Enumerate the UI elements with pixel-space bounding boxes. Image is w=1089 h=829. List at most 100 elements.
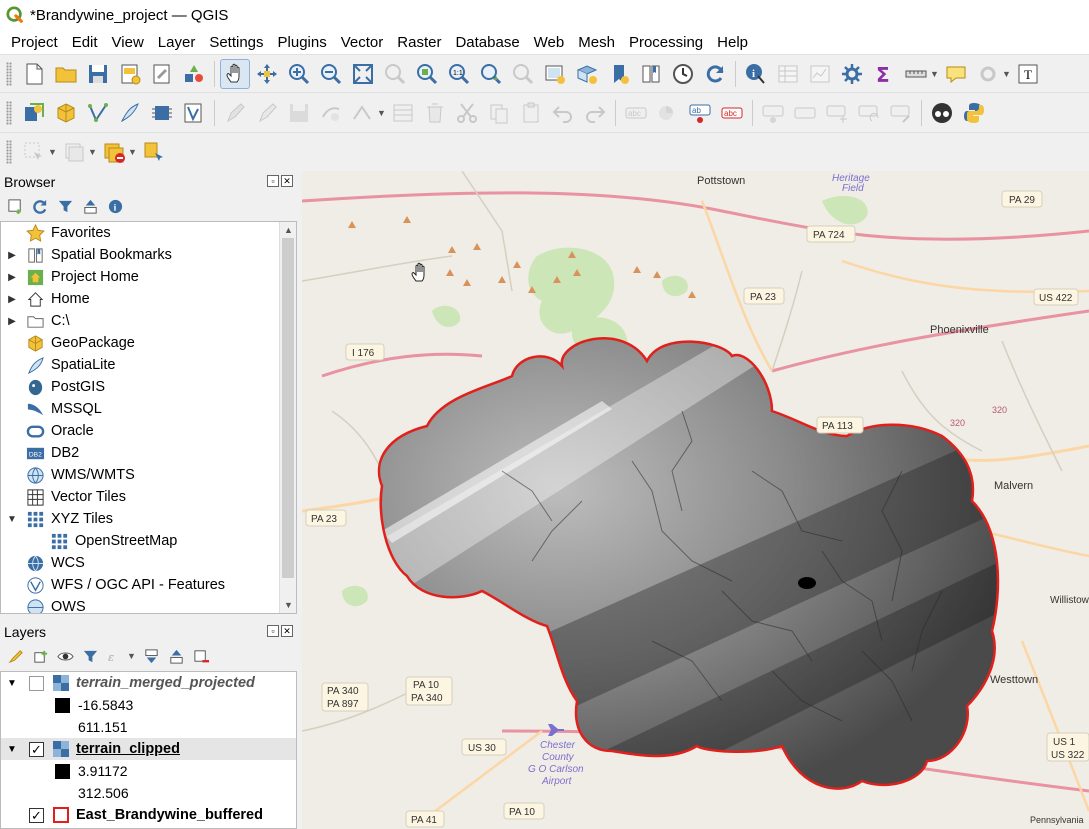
menu-processing[interactable]: Processing bbox=[622, 34, 710, 51]
map-tips-button[interactable] bbox=[941, 59, 971, 89]
show-unplaced-labels-button[interactable]: abc bbox=[717, 98, 747, 128]
statistical-summary-button[interactable] bbox=[805, 59, 835, 89]
menu-database[interactable]: Database bbox=[448, 34, 526, 51]
menu-layer[interactable]: Layer bbox=[151, 34, 203, 51]
deselect-all-button[interactable] bbox=[99, 137, 129, 167]
pin-labels-button[interactable]: ab bbox=[685, 98, 715, 128]
new-map-view-button[interactable] bbox=[540, 59, 570, 89]
browser-item[interactable]: WCS bbox=[1, 552, 296, 574]
rotate-label-button[interactable] bbox=[854, 98, 884, 128]
select-features-button[interactable] bbox=[19, 137, 49, 167]
open-attribute-table-button[interactable] bbox=[773, 59, 803, 89]
manage-map-themes-button[interactable] bbox=[54, 645, 76, 667]
settings-gear-button[interactable] bbox=[973, 59, 1003, 89]
browser-item[interactable]: OpenStreetMap bbox=[1, 530, 296, 552]
float-panel-button[interactable]: ▫ bbox=[267, 175, 279, 187]
toolbar-grip[interactable] bbox=[6, 61, 12, 86]
zoom-last-button[interactable] bbox=[476, 59, 506, 89]
filter-by-expression-button[interactable]: ε bbox=[104, 645, 126, 667]
zoom-native-resolution-button[interactable]: 1:1 bbox=[444, 59, 474, 89]
zoom-next-button[interactable] bbox=[508, 59, 538, 89]
browser-item[interactable]: Favorites bbox=[1, 222, 296, 244]
new-spatialite-layer-button[interactable] bbox=[115, 98, 145, 128]
data-source-manager-button[interactable] bbox=[19, 98, 49, 128]
menu-plugins[interactable]: Plugins bbox=[271, 34, 334, 51]
vertex-tool-button[interactable] bbox=[348, 98, 378, 128]
zoom-full-button[interactable] bbox=[348, 59, 378, 89]
browser-item[interactable]: SpatiaLite bbox=[1, 354, 296, 376]
refresh-button[interactable] bbox=[700, 59, 730, 89]
browser-item[interactable]: ▼ XYZ Tiles bbox=[1, 508, 296, 530]
layer-row[interactable]: ✓ East_Brandywine_buffered bbox=[1, 804, 296, 826]
cut-features-button[interactable] bbox=[452, 98, 482, 128]
layer-visibility-checkbox[interactable]: ✓ bbox=[29, 807, 44, 823]
browser-item[interactable]: WFS / OGC API - Features bbox=[1, 574, 296, 596]
menu-help[interactable]: Help bbox=[710, 34, 755, 51]
current-edits-button[interactable] bbox=[220, 98, 250, 128]
zoom-to-layer-button[interactable] bbox=[412, 59, 442, 89]
toolbar-grip[interactable] bbox=[6, 139, 12, 164]
float-panel-button[interactable]: ▫ bbox=[267, 625, 279, 637]
browser-item[interactable]: ▶ Spatial Bookmarks bbox=[1, 244, 296, 266]
zoom-in-button[interactable] bbox=[284, 59, 314, 89]
add-group-button[interactable] bbox=[29, 645, 51, 667]
zoom-out-button[interactable] bbox=[316, 59, 346, 89]
browser-item[interactable]: WMS/WMTS bbox=[1, 464, 296, 486]
paste-features-button[interactable] bbox=[516, 98, 546, 128]
expand-arrow-icon[interactable]: ▶ bbox=[5, 316, 19, 327]
properties-info-button[interactable]: i bbox=[104, 195, 126, 217]
browser-item[interactable]: GeoPackage bbox=[1, 332, 296, 354]
pan-map-button[interactable] bbox=[220, 58, 250, 89]
menu-project[interactable]: Project bbox=[4, 34, 65, 51]
copy-features-button[interactable] bbox=[484, 98, 514, 128]
new-virtual-layer-button[interactable] bbox=[147, 98, 177, 128]
toggle-label-display-button[interactable] bbox=[790, 98, 820, 128]
expand-arrow-icon[interactable]: ▶ bbox=[5, 294, 19, 305]
dropdown-arrow-icon[interactable]: ▼ bbox=[128, 147, 138, 157]
expand-arrow-icon[interactable]: ▼ bbox=[5, 744, 19, 755]
new-print-layout-button[interactable] bbox=[115, 59, 145, 89]
refresh-browser-button[interactable] bbox=[29, 195, 51, 217]
select-by-value-button[interactable] bbox=[59, 137, 89, 167]
dropdown-arrow-icon[interactable]: ▼ bbox=[88, 147, 98, 157]
expand-arrow-icon[interactable]: ▼ bbox=[5, 514, 19, 525]
filter-browser-button[interactable] bbox=[54, 195, 76, 217]
open-layer-styling-button[interactable] bbox=[4, 645, 26, 667]
new-shapefile-layer-button[interactable] bbox=[83, 98, 113, 128]
text-annotation-button[interactable]: T bbox=[1013, 59, 1043, 89]
style-manager-button[interactable] bbox=[179, 59, 209, 89]
layout-manager-button[interactable] bbox=[147, 59, 177, 89]
dropdown-arrow-icon[interactable]: ▼ bbox=[377, 108, 387, 118]
menu-mesh[interactable]: Mesh bbox=[571, 34, 622, 51]
scrollbar-thumb[interactable] bbox=[282, 238, 294, 578]
highlight-pinned-labels-button[interactable] bbox=[758, 98, 788, 128]
filter-legend-button[interactable] bbox=[79, 645, 101, 667]
redo-button[interactable] bbox=[580, 98, 610, 128]
browser-item[interactable]: ▶ Project Home bbox=[1, 266, 296, 288]
layer-diagram-button[interactable] bbox=[653, 98, 683, 128]
layer-row[interactable]: ▼ terrain_merged_projected bbox=[1, 672, 296, 694]
modify-attributes-button[interactable] bbox=[388, 98, 418, 128]
dropdown-arrow-icon[interactable]: ▼ bbox=[127, 651, 137, 661]
map-canvas[interactable]: Pottstown Heritage Field PA 29 PA 724 PA… bbox=[302, 171, 1089, 829]
menu-web[interactable]: Web bbox=[527, 34, 572, 51]
scroll-down-icon[interactable]: ▼ bbox=[280, 597, 296, 613]
browser-item[interactable]: PostGIS bbox=[1, 376, 296, 398]
python-console-button[interactable] bbox=[959, 98, 989, 128]
move-label-button[interactable] bbox=[822, 98, 852, 128]
layer-visibility-checkbox[interactable] bbox=[29, 675, 44, 691]
temporal-controller-button[interactable] bbox=[668, 59, 698, 89]
expand-arrow-icon[interactable]: ▼ bbox=[5, 678, 19, 689]
layer-visibility-checkbox[interactable]: ✓ bbox=[29, 741, 44, 757]
scroll-up-icon[interactable]: ▲ bbox=[280, 222, 296, 238]
menu-raster[interactable]: Raster bbox=[390, 34, 448, 51]
expand-arrow-icon[interactable]: ▶ bbox=[5, 272, 19, 283]
layer-row[interactable]: ▼ ✓ terrain_clipped bbox=[1, 738, 296, 760]
select-by-expression-button[interactable] bbox=[139, 137, 169, 167]
statistics-sum-button[interactable]: Σ bbox=[869, 59, 899, 89]
expand-all-button[interactable] bbox=[140, 645, 162, 667]
dropdown-arrow-icon[interactable]: ▼ bbox=[48, 147, 58, 157]
add-selected-layers-button[interactable] bbox=[4, 195, 26, 217]
zoom-to-selection-button[interactable] bbox=[380, 59, 410, 89]
save-edits-button[interactable] bbox=[284, 98, 314, 128]
